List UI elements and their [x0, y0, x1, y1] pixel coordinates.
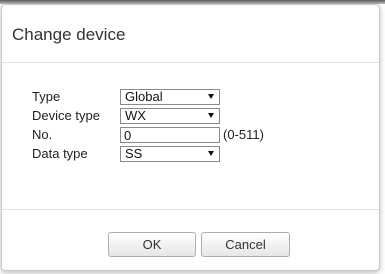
device-type-label: Device type — [32, 108, 100, 123]
dialog-title: Change device — [12, 25, 126, 44]
dialog-footer-divider — [2, 209, 379, 210]
change-device-dialog: Change device Type Global Device type WX… — [1, 4, 380, 271]
number-range-hint: (0-511) — [223, 127, 264, 142]
number-label: No. — [32, 127, 53, 142]
data-type-label: Data type — [32, 146, 88, 161]
dialog-header: Change device — [2, 5, 379, 63]
number-input[interactable] — [120, 127, 220, 143]
chevron-down-icon — [208, 113, 214, 118]
chevron-down-icon — [208, 151, 214, 156]
device-type-select-value: WX — [125, 108, 146, 123]
device-type-select[interactable]: WX — [120, 108, 220, 124]
chevron-down-icon — [208, 94, 214, 99]
type-label: Type — [32, 89, 61, 104]
type-select-value: Global — [125, 89, 163, 104]
type-select[interactable]: Global — [120, 89, 220, 105]
ok-button[interactable]: OK — [108, 232, 196, 257]
data-type-select[interactable]: SS — [120, 146, 220, 162]
data-type-select-value: SS — [125, 146, 143, 161]
cancel-button[interactable]: Cancel — [201, 232, 290, 257]
